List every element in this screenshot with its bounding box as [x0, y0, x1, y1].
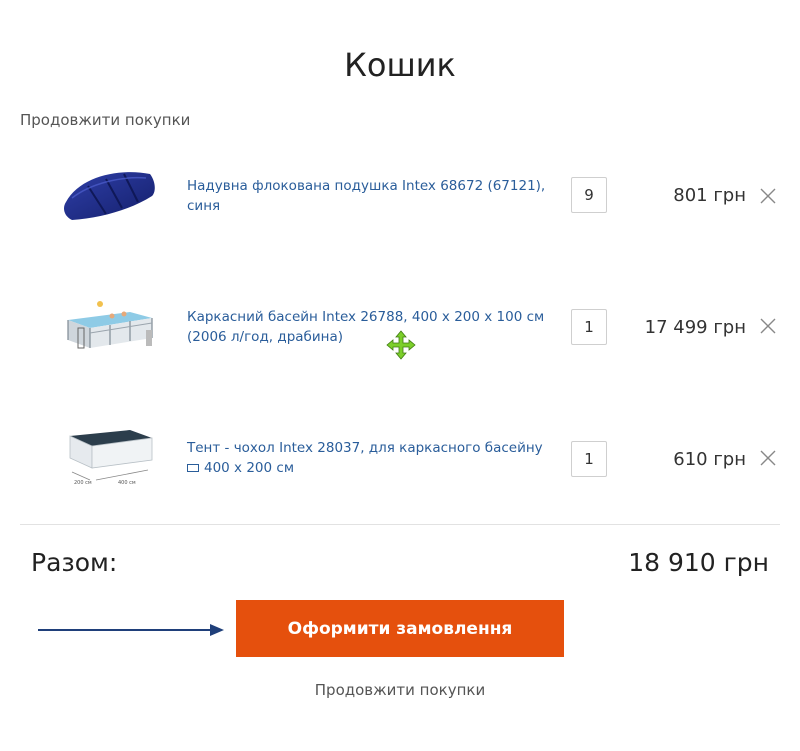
page-title: Кошик: [344, 46, 456, 84]
svg-text:200 см: 200 см: [74, 480, 92, 486]
product-name-line: (2006 л/год, драбина): [187, 329, 344, 345]
product-name-line: синя: [187, 198, 221, 214]
product-name-line: Надувна флокована подушка Intex 68672 (6…: [187, 178, 546, 194]
item-price: 801 грн: [673, 185, 746, 206]
item-price: 610 грн: [673, 449, 746, 470]
product-link[interactable]: Надувна флокована подушка Intex 68672 (6…: [187, 176, 547, 216]
item-price: 17 499 грн: [644, 317, 746, 338]
product-name-line: Каркасний басейн Intex 26788, 400 x 200 …: [187, 309, 545, 325]
product-name-line: 400 x 200 см: [187, 458, 547, 478]
move-cursor-icon: [386, 330, 416, 360]
product-name-size: 400 x 200 см: [204, 460, 295, 476]
product-name-line: Тент - чохол Intex 28037, для каркасного…: [187, 440, 543, 456]
pillow-image[interactable]: [60, 162, 160, 232]
close-icon[interactable]: [758, 448, 778, 468]
rectangle-icon: [187, 464, 199, 472]
cart-item: 200 см 400 см Тент - чохол Intex 28037, …: [20, 414, 780, 504]
arrow-annotation-icon: [36, 620, 226, 640]
product-link[interactable]: Каркасний басейн Intex 26788, 400 x 200 …: [187, 307, 547, 347]
svg-text:400 см: 400 см: [118, 480, 136, 486]
checkout-button[interactable]: Оформити замовлення: [236, 600, 564, 657]
cart-item: Надувна флокована подушка Intex 68672 (6…: [20, 150, 780, 240]
product-link[interactable]: Тент - чохол Intex 28037, для каркасного…: [187, 438, 547, 478]
continue-shopping-link-bottom[interactable]: Продовжити покупки: [0, 681, 800, 699]
pool-image[interactable]: [60, 290, 160, 360]
divider: [20, 524, 780, 525]
pool-cover-image[interactable]: 200 см 400 см: [60, 426, 160, 496]
close-icon[interactable]: [758, 316, 778, 336]
continue-shopping-link-top[interactable]: Продовжити покупки: [20, 111, 190, 129]
total-value: 18 910 грн: [628, 548, 769, 577]
total-label: Разом:: [31, 548, 118, 577]
close-icon[interactable]: [758, 186, 778, 206]
